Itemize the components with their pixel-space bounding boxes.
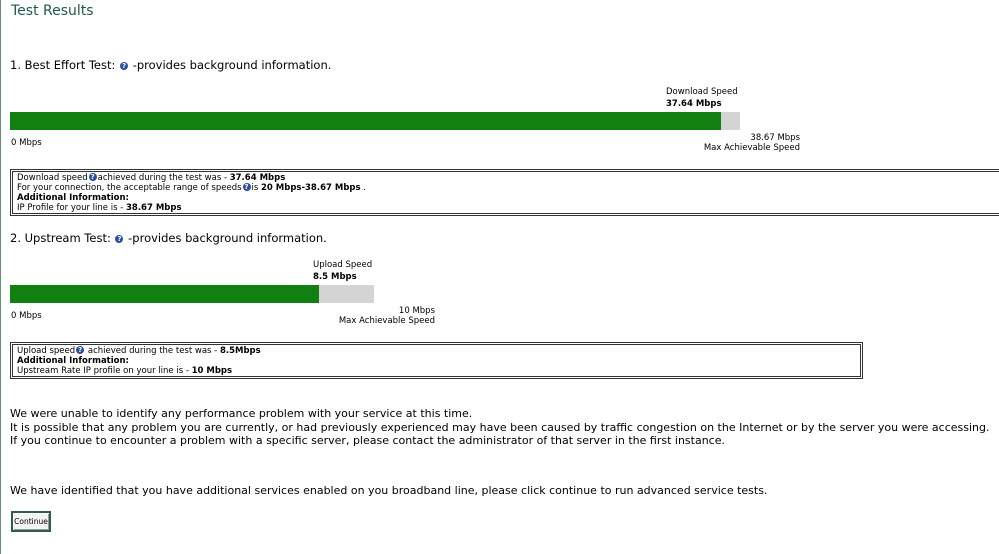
upstream-additional-info-heading: Additional Information: [17,356,856,366]
download-speed-label: Download Speed [666,87,738,97]
no-problem-message: We were unable to identify any performan… [10,407,473,420]
range-info-value: 20 Mbps-38.67 Mbps [261,183,361,193]
upload-info-box: Upload speed? achieved during the test w… [10,342,863,379]
upstream-heading-desc: -provides background information. [128,231,327,245]
contact-admin-message: If you continue to encounter a problem w… [10,434,725,447]
upload-max-value: 10 Mbps [398,306,435,316]
upload-speed-value: 8.5 Mbps [313,272,357,282]
left-border [0,0,1,554]
upload-min-label: 0 Mbps [11,311,42,321]
upload-info-line: Upload speed? achieved during the test w… [17,346,856,356]
download-info-line: Download speed? achieved during the test … [17,173,998,183]
additional-info-label: Additional Information: [17,356,129,366]
ip-profile-line: IP Profile for your line is - 38.67 Mbps [17,203,998,213]
download-max-value: 38.67 Mbps [750,133,800,143]
help-icon[interactable]: ? [120,62,129,70]
range-info-text: . [360,183,366,193]
upload-max-label: Max Achievable Speed [338,316,435,326]
additional-info-label: Additional Information: [17,193,129,203]
download-speed-value: 37.64 Mbps [666,99,722,109]
download-max-label: Max Achievable Speed [703,143,800,153]
upload-info-value: 8.5Mbps [219,346,261,356]
upload-speed-label: Upload Speed [313,260,373,270]
download-info-text: Download speed [17,173,88,183]
upstream-heading-label: 2. Upstream Test: [10,231,111,245]
best-effort-heading-desc: -provides background information. [132,58,332,72]
download-info-value: 37.64 Mbps [229,173,286,183]
best-effort-heading-label: 1. Best Effort Test: [10,58,116,72]
upload-speed-bar [10,285,374,303]
upstream-heading: 2. Upstream Test: ? -provides background… [10,231,327,245]
upload-info-text: achieved during the test was - [85,346,220,356]
upstream-profile-text: Upstream Rate IP profile on your line is… [17,366,192,376]
upload-info-text: Upload speed [17,346,76,356]
help-icon[interactable]: ? [76,346,85,354]
upstream-profile-value: 10 Mbps [191,366,233,376]
upload-speed-bar-fill [10,285,320,303]
continue-button[interactable]: Continue [11,511,51,532]
range-info-text: For your connection, the acceptable rang… [17,183,242,193]
ip-profile-value: 38.67 Mbps [125,203,182,213]
range-info-text: is [251,183,262,193]
download-speed-bar-fill [10,112,721,130]
download-min-label: 0 Mbps [11,138,42,148]
additional-services-message: We have identified that you have additio… [10,484,768,497]
additional-info-heading: Additional Information: [17,193,998,203]
ip-profile-text: IP Profile for your line is - [17,203,126,213]
page-title: Test Results [11,3,94,19]
help-icon[interactable]: ? [115,235,124,243]
download-info-box: Download speed? achieved during the test … [10,169,999,216]
help-icon[interactable]: ? [242,183,251,191]
help-icon[interactable]: ? [88,173,97,181]
download-info-text: achieved during the test was - [97,173,230,183]
download-speed-bar [10,112,740,130]
range-info-line: For your connection, the acceptable rang… [17,183,998,193]
upstream-profile-line: Upstream Rate IP profile on your line is… [17,366,856,376]
best-effort-heading: 1. Best Effort Test: ? -provides backgro… [10,58,331,72]
congestion-message: It is possible that any problem you are … [10,421,990,434]
